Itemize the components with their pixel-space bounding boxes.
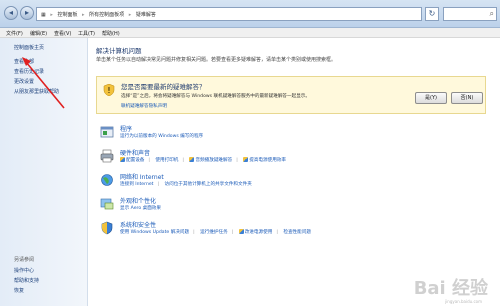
category-links: 配置设备 | 使用打印机 | 音频播放疑难解答 | 提高电源使用效率	[120, 157, 290, 163]
shield-icon	[189, 157, 195, 162]
appearance-icon	[100, 198, 114, 210]
link-audio-playback[interactable]: 音频播放疑难解答	[195, 158, 232, 163]
privacy-link[interactable]: 联机疑难解答隐私声明	[121, 103, 167, 109]
link-improve-power[interactable]: 改进电源使用	[245, 230, 273, 235]
programs-icon	[100, 126, 114, 138]
separator: |	[193, 230, 195, 235]
link-configure-device[interactable]: 配置设备	[126, 158, 144, 163]
no-button[interactable]: 否(N)	[451, 92, 483, 104]
link-connect-internet[interactable]: 连接到 Internet	[120, 182, 153, 187]
see-also-recovery[interactable]: 恢复	[14, 287, 24, 294]
link-shared-files[interactable]: 访问位于其他计算机上的共享文件和文件夹	[165, 182, 252, 187]
breadcrumb-all-items[interactable]: 所有控制面板项	[89, 12, 124, 18]
watermark: Bai 经验	[413, 278, 488, 299]
menu-bar: 文件(F) 编辑(E) 查看(V) 工具(T) 帮助(H)	[0, 28, 500, 38]
see-also-action-center[interactable]: 操作中心	[14, 267, 34, 274]
shield-icon	[243, 157, 249, 162]
menu-tools[interactable]: 工具(T)	[78, 30, 95, 37]
link-maintenance[interactable]: 运行维护任务	[200, 230, 228, 235]
category-title-network[interactable]: 网络和 Internet	[120, 172, 164, 181]
svg-text:!: !	[107, 86, 110, 95]
network-globe-icon	[101, 174, 113, 186]
shield-warning-icon: !	[103, 84, 115, 96]
search-icon: ⌕	[489, 9, 494, 18]
menu-edit[interactable]: 编辑(E)	[30, 30, 47, 37]
see-also-help-support[interactable]: 帮助和支持	[14, 277, 39, 284]
separator: |	[182, 158, 184, 163]
address-sep: ▸	[50, 12, 53, 18]
system-security-icon	[101, 221, 113, 235]
menu-help[interactable]: 帮助(H)	[102, 30, 120, 37]
separator: |	[236, 158, 238, 163]
category-title-programs[interactable]: 程序	[120, 124, 132, 133]
menu-view[interactable]: 查看(V)	[54, 30, 71, 37]
link-use-printer[interactable]: 使用打印机	[155, 158, 178, 163]
separator: |	[148, 158, 150, 163]
page-description: 单击某个任务以自动解决常见问题并修复相关问题。若要查看更多疑难解答，请单击某个类…	[96, 57, 337, 63]
separator: |	[231, 230, 234, 235]
address-sep: ▸	[82, 12, 85, 18]
page-title: 解决计算机问题	[96, 47, 142, 55]
refresh-button[interactable]: ↻	[425, 7, 439, 21]
address-field[interactable]: ▦ ▸ 控制面板 ▸ 所有控制面板项 ▸ 疑难解答	[36, 7, 422, 21]
link-run-old-programs[interactable]: 运行为以前版本的 Windows 编写的程序	[120, 134, 203, 139]
banner-text: 选择“是”之后，将会将疑难解答与 Windows 联机疑难解答服务中的最新疑难解…	[121, 94, 310, 99]
address-icon: ▦	[41, 12, 46, 18]
breadcrumb-control-panel[interactable]: 控制面板	[57, 12, 77, 18]
category-title-appearance[interactable]: 外观和个性化	[120, 196, 156, 205]
search-input[interactable]: ⌕	[443, 7, 497, 21]
forward-button[interactable]: ▸	[20, 6, 34, 20]
category-title-hardware[interactable]: 硬件和声音	[120, 148, 150, 157]
category-title-system[interactable]: 系统和安全性	[120, 220, 156, 229]
update-banner: ! 您是否需要最新的疑难解答？ 选择“是”之后，将会将疑难解答与 Windows…	[96, 76, 486, 114]
back-button[interactable]: ◂	[4, 6, 18, 20]
link-performance[interactable]: 检查性能问题	[283, 230, 311, 235]
watermark-sub: jingyan.baidu.com	[445, 299, 482, 304]
printer-icon	[100, 149, 114, 163]
category-links: 运行为以前版本的 Windows 编写的程序	[120, 133, 207, 139]
address-sep: ▸	[128, 12, 132, 18]
category-links: 显示 Aero 桌面效果	[120, 205, 165, 211]
main-content: 解决计算机问题 单击某个任务以自动解决常见问题并修复相关问题。若要查看更多疑难解…	[88, 38, 500, 306]
shield-icon	[120, 157, 125, 162]
breadcrumb-troubleshooting[interactable]: 疑难解答	[136, 12, 156, 18]
address-bar: ◂ ▸ ▦ ▸ 控制面板 ▸ 所有控制面板项 ▸ 疑难解答 ↻ ⌕	[0, 0, 500, 28]
see-also-heading: 另请参阅	[14, 257, 35, 263]
menu-file[interactable]: 文件(F)	[6, 30, 23, 37]
category-links: 使用 Windows Update 解决问题 | 运行维护任务 | 改进电源使用 | …	[120, 229, 315, 235]
category-links: 连接到 Internet | 访问位于其他计算机上的共享文件和文件夹	[120, 181, 256, 187]
banner-title: 您是否需要最新的疑难解答？	[121, 83, 206, 91]
yes-button[interactable]: 是(Y)	[415, 92, 447, 104]
separator: |	[276, 230, 278, 235]
link-windows-update[interactable]: 使用 Windows Update 解决问题	[120, 230, 189, 235]
shield-icon	[238, 229, 244, 234]
link-aero-effects[interactable]: 显示 Aero 桌面效果	[120, 206, 161, 211]
separator: |	[157, 182, 160, 187]
link-power-efficiency[interactable]: 提高电源使用效率	[249, 158, 286, 163]
